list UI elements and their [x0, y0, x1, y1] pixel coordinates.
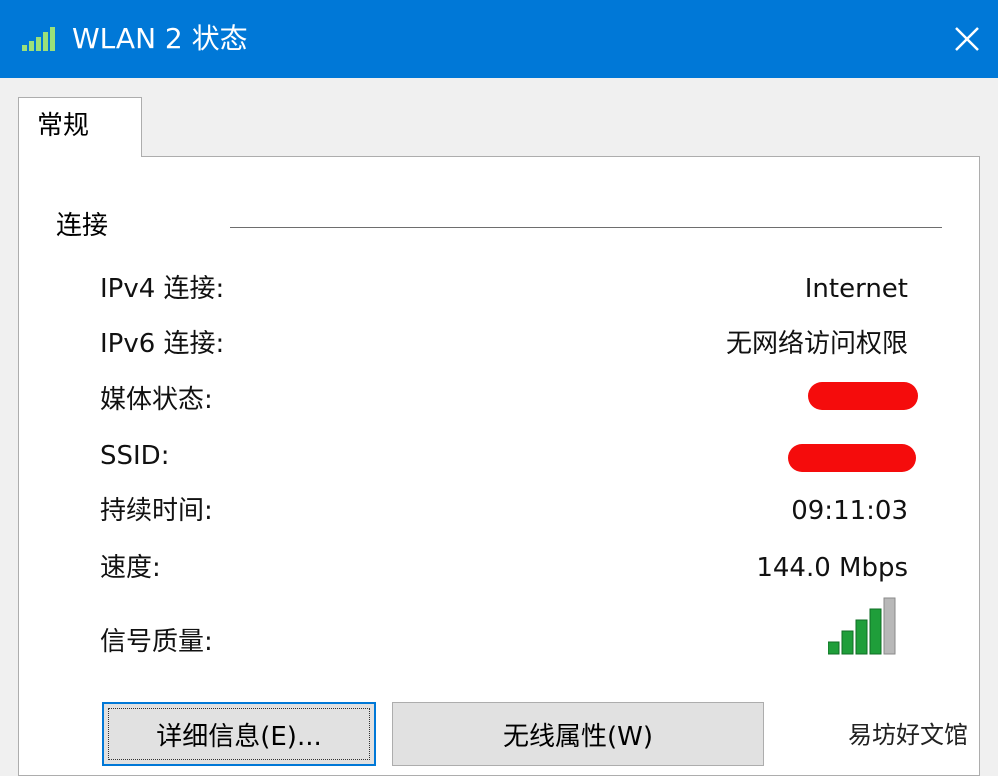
ipv6-value: 无网络访问权限 [725, 329, 908, 359]
signal-bar [869, 608, 882, 655]
details-button[interactable]: 详细信息(E)... [102, 702, 376, 766]
redaction-mark [788, 444, 916, 472]
close-icon [955, 27, 979, 51]
signal-quality-label: 信号质量: [100, 627, 213, 657]
duration-label: 持续时间: [100, 496, 213, 526]
wireless-properties-button-label: 无线属性(W) [503, 721, 653, 752]
watermark: 易坊好文馆 [848, 721, 968, 749]
speed-label: 速度: [100, 553, 161, 583]
duration-value: 09:11:03 [791, 496, 908, 526]
signal-bar [828, 641, 840, 655]
media-state-label: 媒体状态: [100, 385, 213, 415]
signal-strength-icon [22, 27, 55, 51]
group-divider [230, 227, 942, 228]
tab-general-label: 常规 [37, 111, 90, 141]
focus-rectangle [108, 708, 370, 760]
ipv4-label: IPv4 连接: [100, 274, 225, 304]
ipv6-label: IPv6 连接: [100, 329, 225, 359]
signal-quality-icon [828, 597, 896, 655]
signal-bar [855, 619, 868, 655]
signal-bar [883, 597, 896, 655]
connection-group-title: 连接 [56, 211, 109, 241]
ipv4-value: Internet [804, 274, 908, 304]
title-bar: WLAN 2 状态 [0, 0, 998, 78]
redaction-mark [808, 382, 918, 410]
close-button[interactable] [938, 14, 996, 64]
signal-bar [841, 630, 854, 655]
wireless-properties-button[interactable]: 无线属性(W) [392, 702, 764, 766]
window-title: WLAN 2 状态 [72, 22, 248, 55]
tab-general[interactable]: 常规 [18, 97, 142, 157]
ssid-label: SSID: [100, 441, 170, 471]
speed-value: 144.0 Mbps [756, 553, 908, 583]
